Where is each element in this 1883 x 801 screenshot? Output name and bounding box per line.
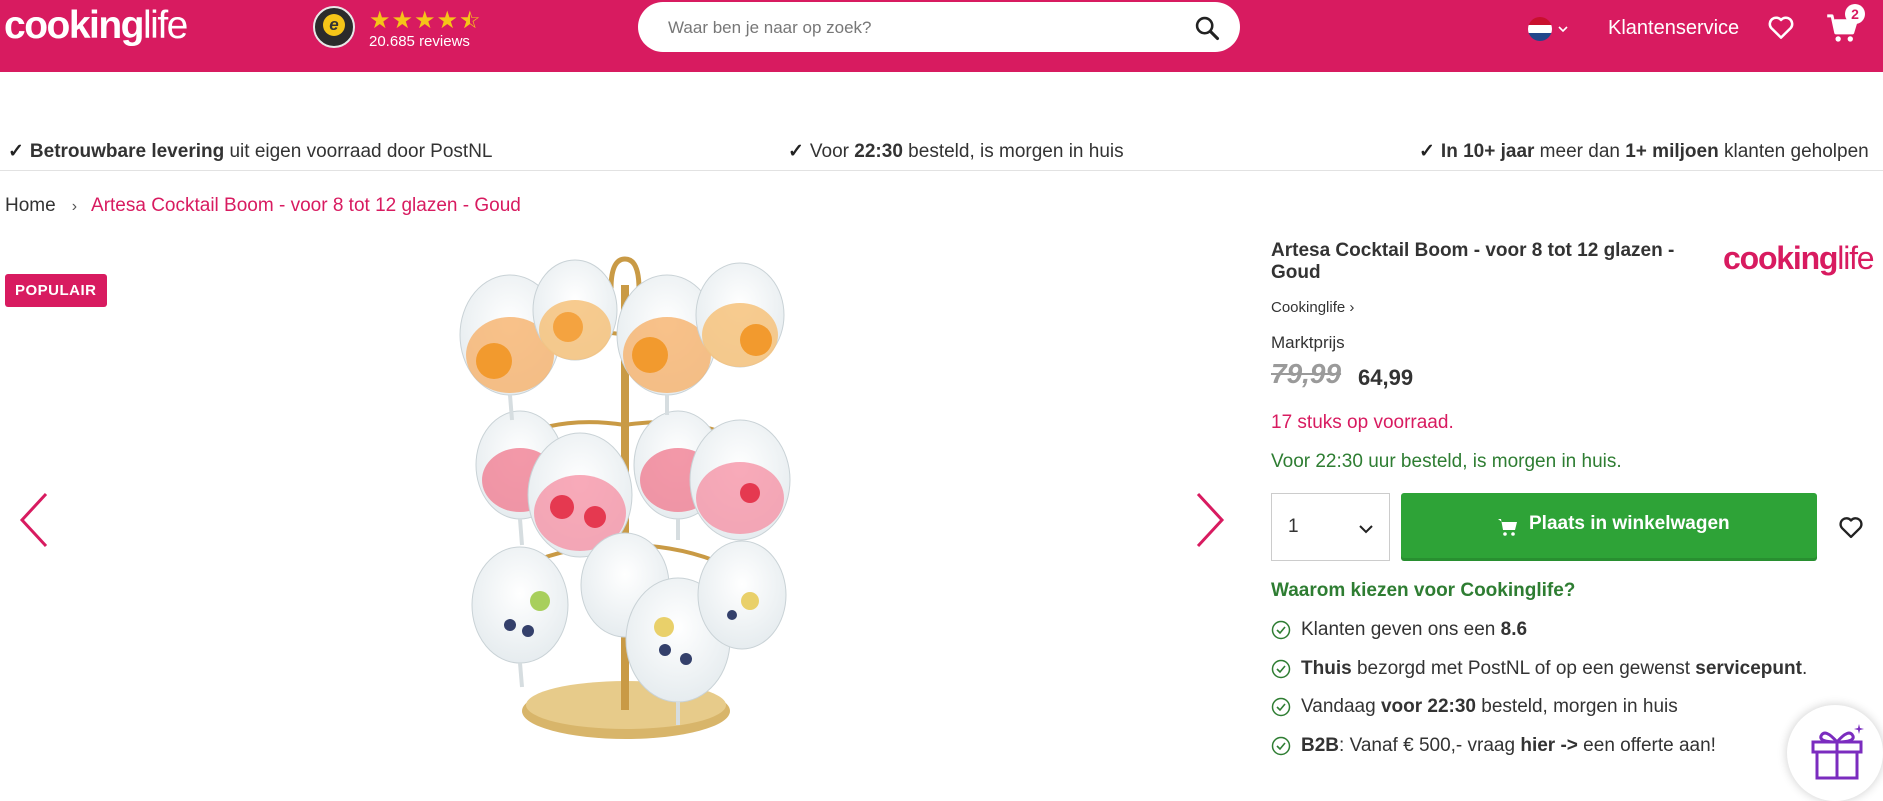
quantity-select[interactable]: 1 bbox=[1271, 493, 1390, 561]
trusted-shops-seal-icon: e bbox=[313, 6, 355, 48]
chevron-down-icon[interactable] bbox=[1556, 22, 1570, 36]
why-choose-list: Klanten geven ons een 8.6 Thuis bezorgd … bbox=[1271, 617, 1871, 771]
delivery-promise: Voor 22:30 uur besteld, is morgen in hui… bbox=[1271, 451, 1622, 472]
gift-icon bbox=[1811, 724, 1864, 780]
usp-item-delivery: ✓ Betrouwbare levering uit eigen voorraad… bbox=[8, 141, 493, 162]
reviews-count: 20.685 reviews bbox=[369, 33, 470, 50]
list-item: B2B: Vanaf € 500,- vraag hier -> een off… bbox=[1271, 733, 1871, 772]
brand-logo[interactable]: cookinglife bbox=[1723, 238, 1875, 278]
market-price-label: Marktprijs bbox=[1271, 333, 1345, 352]
rating-stars: ★★★★☆★ bbox=[369, 7, 482, 34]
usp-item-customers: ✓ In 10+ jaar meer dan 1+ miljoen klanten… bbox=[1419, 141, 1869, 162]
chevron-right-icon: › bbox=[71, 198, 78, 215]
breadcrumb: Home › Artesa Cocktail Boom - voor 8 tot 1… bbox=[5, 192, 521, 221]
brand-link[interactable]: Cookinglife › bbox=[1271, 299, 1354, 316]
wishlist-heart-icon[interactable] bbox=[1766, 12, 1796, 42]
list-item: Klanten geven ons een 8.6 bbox=[1271, 617, 1871, 656]
product-image[interactable] bbox=[450, 255, 800, 785]
stock-status: 17 stuks op voorraad. bbox=[1271, 412, 1454, 433]
quantity-value: 1 bbox=[1288, 516, 1299, 537]
cart-icon bbox=[1498, 519, 1517, 536]
check-icon: ✓ bbox=[8, 141, 24, 162]
cart-count-badge: 2 bbox=[1845, 4, 1865, 24]
site-logo[interactable]: cookinglife bbox=[4, 2, 188, 50]
check-circle-icon bbox=[1271, 697, 1291, 717]
check-circle-icon bbox=[1271, 736, 1291, 755]
check-icon: ✓ bbox=[788, 141, 804, 162]
current-price: 64,99 bbox=[1358, 365, 1414, 390]
search-input[interactable] bbox=[666, 14, 1170, 42]
check-icon: ✓ bbox=[1419, 141, 1435, 162]
customer-service-link[interactable]: Klantenservice bbox=[1608, 14, 1739, 42]
list-item: Vandaag voor 22:30 besteld, morgen in hu… bbox=[1271, 694, 1871, 733]
breadcrumb-current[interactable]: Artesa Cocktail Boom - voor 8 tot 12 gla… bbox=[91, 195, 521, 216]
gallery-prev-arrow-icon[interactable] bbox=[16, 490, 52, 550]
usp-bar: ✓ Betrouwbare levering uit eigen voorraad… bbox=[0, 138, 1883, 171]
check-circle-icon bbox=[1271, 620, 1291, 640]
gallery-next-arrow-icon[interactable] bbox=[1192, 490, 1228, 550]
search-bar bbox=[638, 2, 1240, 52]
site-header: cookinglife e ★★★★☆★ 20.685 reviews Klan… bbox=[0, 0, 1883, 72]
add-to-cart-button[interactable]: Plaats in winkelwagen bbox=[1401, 493, 1817, 561]
usp-item-cutoff: ✓ Voor 22:30 besteld, is morgen in huis bbox=[788, 141, 1124, 162]
product-title: Artesa Cocktail Boom - voor 8 tot 12 gla… bbox=[1271, 240, 1675, 283]
add-to-cart-label: Plaats in winkelwagen bbox=[1529, 513, 1730, 534]
search-icon[interactable] bbox=[1193, 14, 1221, 42]
popular-badge: POPULAIR bbox=[5, 274, 107, 307]
check-circle-icon bbox=[1271, 659, 1291, 678]
breadcrumb-home[interactable]: Home bbox=[5, 195, 56, 216]
wishlist-heart-icon[interactable] bbox=[1836, 513, 1866, 541]
old-price: 79,99 bbox=[1271, 358, 1342, 389]
why-choose-heading: Waarom kiezen voor Cookinglife? bbox=[1271, 580, 1576, 601]
chevron-down-icon bbox=[1359, 525, 1373, 534]
nl-flag-icon[interactable] bbox=[1528, 17, 1552, 41]
list-item: Thuis bezorgd met PostNL of op een gewen… bbox=[1271, 656, 1871, 695]
quote-link[interactable]: hier -> bbox=[1520, 735, 1578, 756]
